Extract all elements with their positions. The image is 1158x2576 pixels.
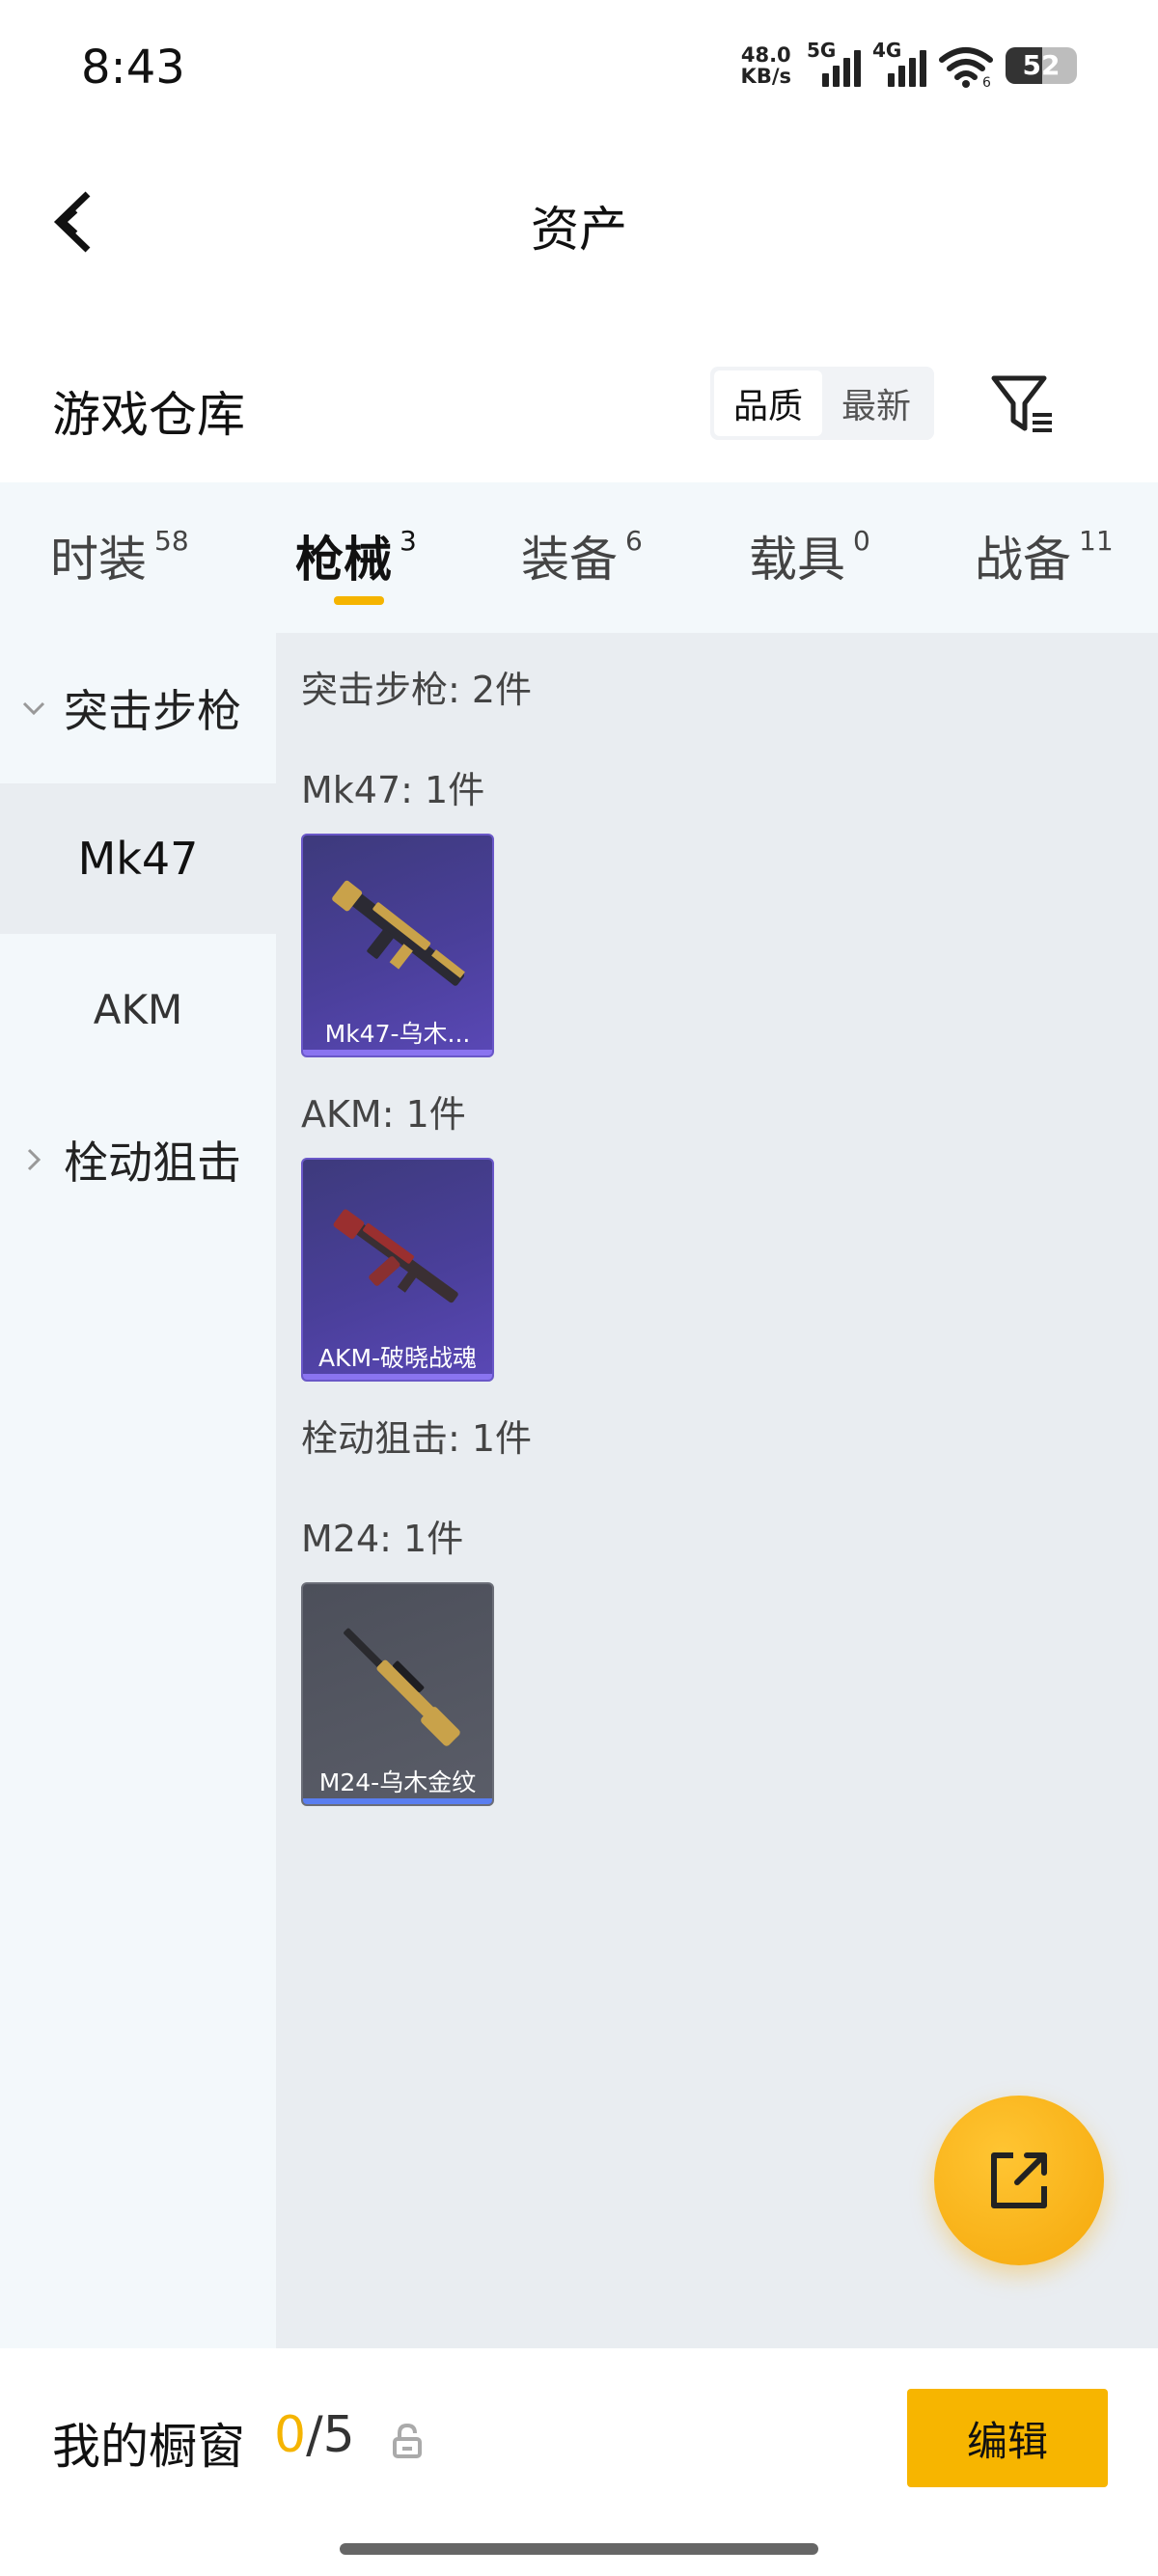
- tab-supplies[interactable]: 战备 11: [975, 521, 1114, 590]
- rarity-bar: [303, 1050, 492, 1055]
- share-button[interactable]: [934, 2096, 1104, 2265]
- sidebar-item-mk47[interactable]: Mk47: [0, 783, 276, 934]
- item-card-name: AKM-破晓战魂: [317, 1344, 478, 1372]
- subsection-header: Mk47: 1件: [301, 769, 485, 811]
- network-speed-value: 48.0: [740, 43, 791, 67]
- battery-icon: 52: [1006, 47, 1077, 84]
- edit-button[interactable]: 编辑: [907, 2389, 1108, 2487]
- sidebar-group-label: 突击步枪: [64, 685, 241, 737]
- item-card-mk47[interactable]: Mk47-乌木...: [301, 834, 494, 1057]
- status-bar: 8:43 48.0 KB/s 5G 4G 6 52: [0, 0, 1158, 145]
- tab-vehicles[interactable]: 载具 0: [749, 521, 870, 590]
- section-header: 突击步枪: 2件: [301, 669, 533, 711]
- sort-by-latest[interactable]: 最新: [822, 370, 930, 436]
- chevron-down-icon: [19, 694, 48, 723]
- network-speed: 48.0 KB/s: [741, 44, 791, 87]
- battery-level: 52: [1022, 49, 1061, 81]
- item-card-name: Mk47-乌木...: [324, 1020, 471, 1048]
- tab-firearms[interactable]: 枪械 3: [295, 521, 417, 590]
- network-speed-unit: KB/s: [740, 65, 791, 88]
- tab-equipment[interactable]: 装备 6: [521, 521, 643, 590]
- subsection-header: AKM: 1件: [301, 1093, 466, 1136]
- tab-fashion[interactable]: 时装 58: [50, 521, 189, 590]
- sidebar: 突击步枪 Mk47 AKM 栓动狙击: [0, 633, 276, 2348]
- sidebar-group-bolt-sniper[interactable]: 栓动狙击: [0, 1084, 276, 1235]
- showcase-bar: 我的橱窗 0/5 编辑: [0, 2348, 1158, 2576]
- status-indicators: 48.0 KB/s 5G 4G 6 52: [741, 39, 1077, 93]
- signal-4g-icon: 4G: [872, 39, 926, 89]
- sort-by-quality[interactable]: 品质: [714, 370, 822, 436]
- warehouse-header: 游戏仓库 品质 最新: [0, 328, 1158, 482]
- sidebar-group-label: 栓动狙击: [64, 1137, 241, 1189]
- showcase-count: 0/5: [274, 2406, 355, 2464]
- sidebar-item-akm[interactable]: AKM: [0, 934, 276, 1084]
- showcase-count-current: 0: [274, 2406, 307, 2464]
- subsection-header: M24: 1件: [301, 1518, 464, 1560]
- warehouse-title: 游戏仓库: [52, 387, 245, 443]
- filter-icon[interactable]: [988, 369, 1058, 438]
- sidebar-item-label: Mk47: [77, 833, 199, 885]
- signal-5g-icon: 5G: [807, 39, 861, 89]
- item-card-name: M24-乌木金纹: [318, 1768, 477, 1796]
- item-list: 突击步枪: 2件 Mk47: 1件 Mk47-乌木... AKM: 1件 AKM…: [276, 633, 1158, 2348]
- item-card-akm[interactable]: AKM-破晓战魂: [301, 1158, 494, 1382]
- chevron-right-icon: [19, 1145, 48, 1174]
- sniper-rifle-icon: [344, 1628, 460, 1746]
- showcase-count-total: /5: [306, 2406, 355, 2464]
- share-icon: [991, 2152, 1047, 2208]
- showcase-title: 我的橱窗: [52, 2419, 245, 2475]
- lock-icon: [393, 2423, 422, 2458]
- sort-toggle: 品质 最新: [710, 367, 934, 440]
- rifle-icon: [333, 1209, 458, 1303]
- sidebar-item-label: AKM: [93, 985, 183, 1033]
- section-header: 栓动狙击: 1件: [301, 1417, 533, 1460]
- rarity-bar: [303, 1798, 492, 1804]
- item-card-m24[interactable]: M24-乌木金纹: [301, 1582, 494, 1806]
- svg-text:6: 6: [982, 75, 991, 89]
- nav-bar: 资产: [0, 145, 1158, 299]
- rifle-icon: [332, 880, 465, 986]
- home-indicator[interactable]: [340, 2543, 818, 2555]
- rarity-bar: [303, 1374, 492, 1380]
- active-tab-indicator: [334, 596, 384, 605]
- sidebar-group-assault-rifle[interactable]: 突击步枪: [0, 633, 276, 783]
- page-title: 资产: [531, 202, 627, 258]
- category-tabs: 时装 58 枪械 3 装备 6 载具 0 战备 11: [0, 482, 1158, 633]
- wifi-icon: 6: [939, 47, 993, 89]
- status-time: 8:43: [81, 41, 185, 95]
